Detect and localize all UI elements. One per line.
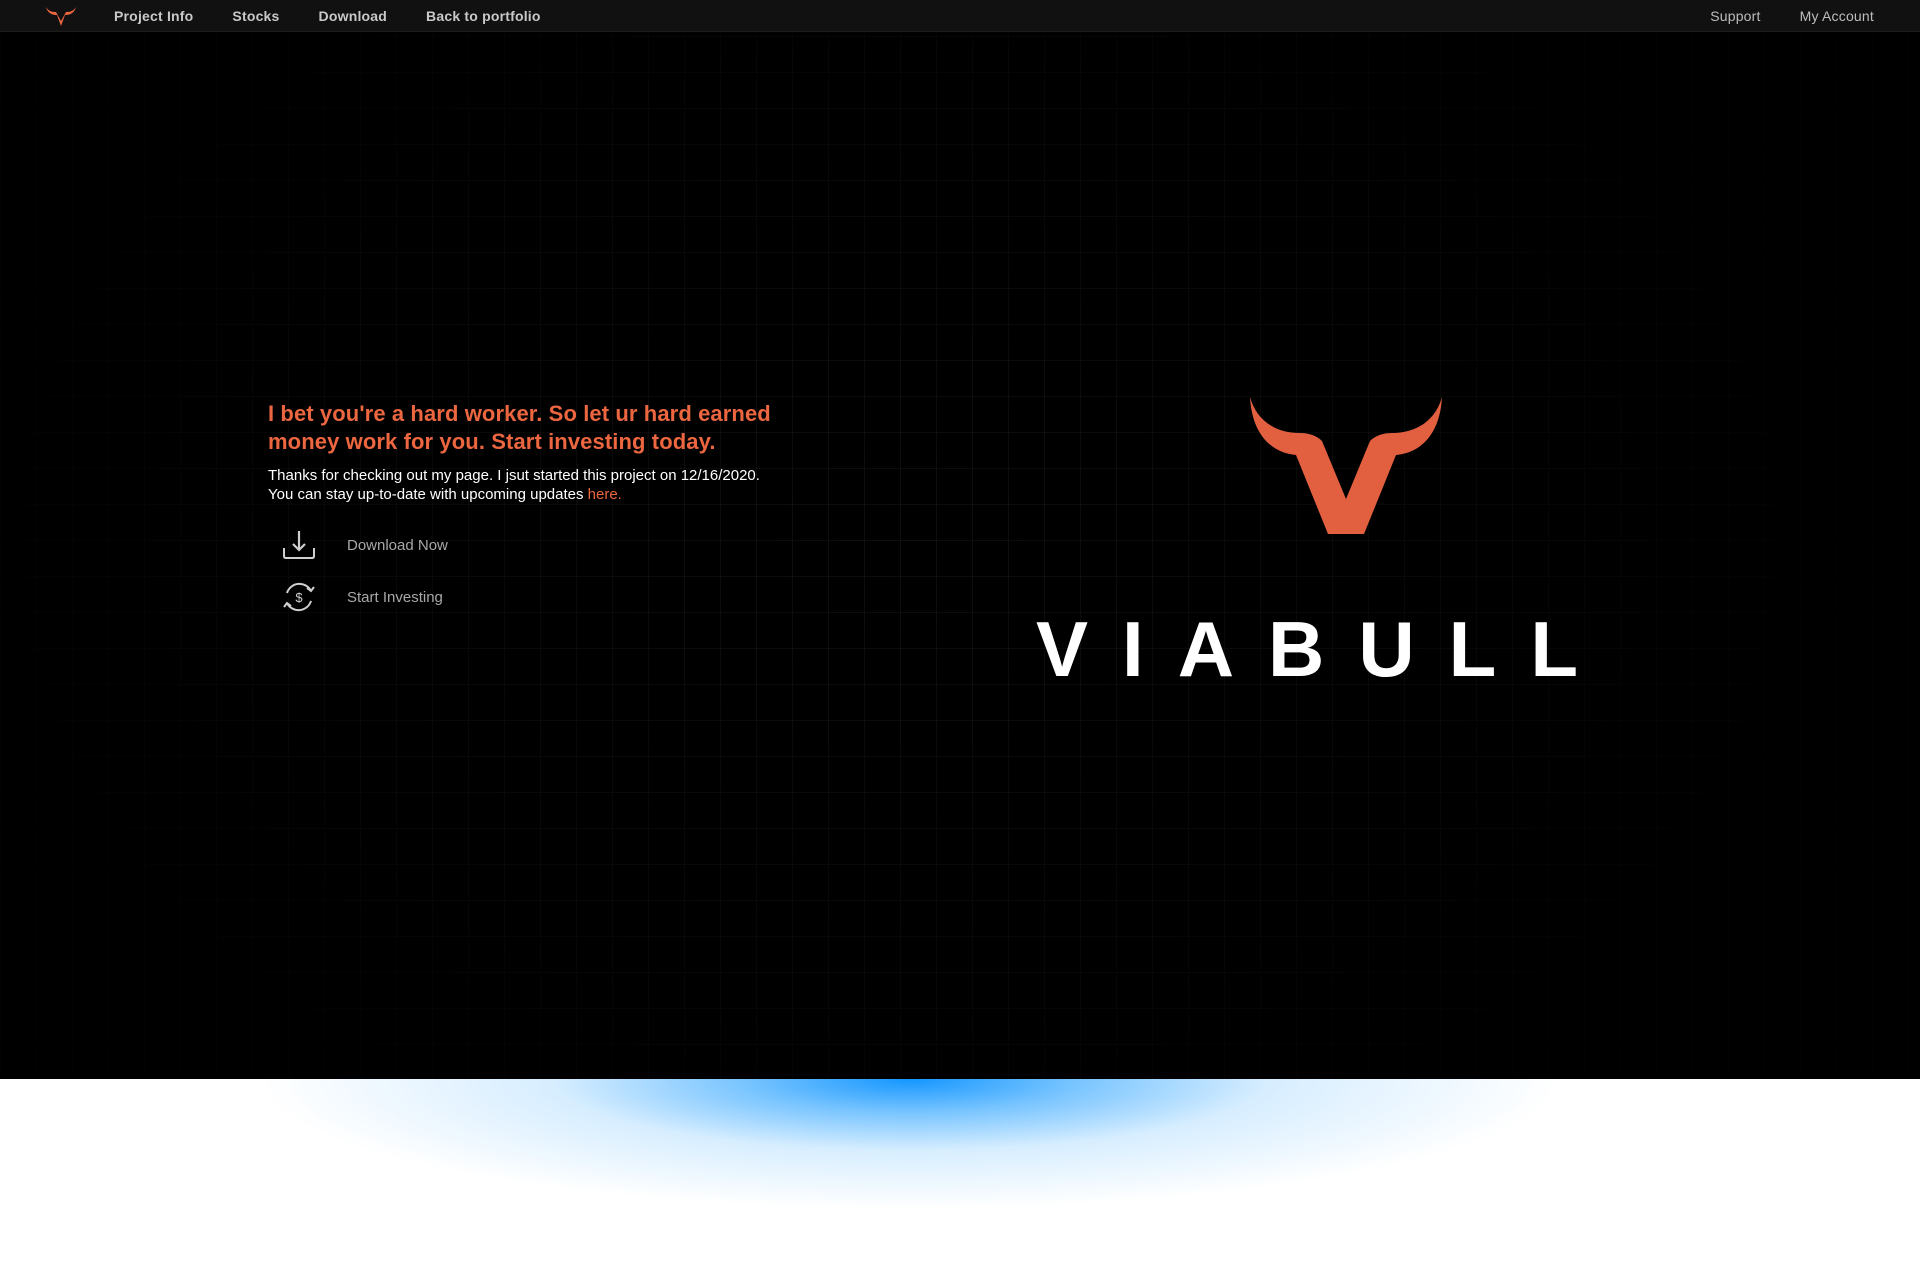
- viabull-wordmark: VIABULL: [1036, 605, 1612, 693]
- hero-subtext: Thanks for checking out my page. I jsut …: [268, 466, 768, 504]
- hero-actions: Download Now $ Start Investing: [268, 526, 788, 616]
- blue-glow-decoration: [260, 1079, 1560, 1276]
- bull-logo-icon[interactable]: [44, 5, 78, 27]
- bull-horns-logo-icon: [1250, 397, 1442, 534]
- top-navigation-bar: Project Info Stocks Download Back to por…: [0, 0, 1920, 32]
- hero-copy: I bet you're a hard worker. So let ur ha…: [268, 400, 788, 630]
- download-icon: [283, 531, 315, 559]
- download-now-label: Download Now: [347, 536, 448, 554]
- nav-stocks[interactable]: Stocks: [232, 8, 279, 24]
- dollar-refresh-icon: $: [283, 582, 315, 612]
- secondary-nav: Support My Account: [1710, 0, 1874, 32]
- hero-subtext-body: Thanks for checking out my page. I jsut …: [268, 467, 760, 503]
- svg-text:$: $: [295, 590, 303, 605]
- hero-section: Project Info Stocks Download Back to por…: [0, 0, 1920, 1079]
- nav-download[interactable]: Download: [319, 8, 387, 24]
- download-now-button[interactable]: Download Now: [268, 526, 788, 564]
- hero-headline: I bet you're a hard worker. So let ur ha…: [268, 401, 771, 454]
- primary-nav: Project Info Stocks Download Back to por…: [114, 0, 541, 32]
- start-investing-label: Start Investing: [347, 588, 443, 606]
- nav-support[interactable]: Support: [1710, 8, 1760, 24]
- nav-my-account[interactable]: My Account: [1800, 8, 1874, 24]
- nav-project-info[interactable]: Project Info: [114, 8, 193, 24]
- updates-link[interactable]: here.: [588, 486, 622, 503]
- nav-back-to-portfolio[interactable]: Back to portfolio: [426, 8, 541, 24]
- start-investing-button[interactable]: $ Start Investing: [268, 578, 788, 616]
